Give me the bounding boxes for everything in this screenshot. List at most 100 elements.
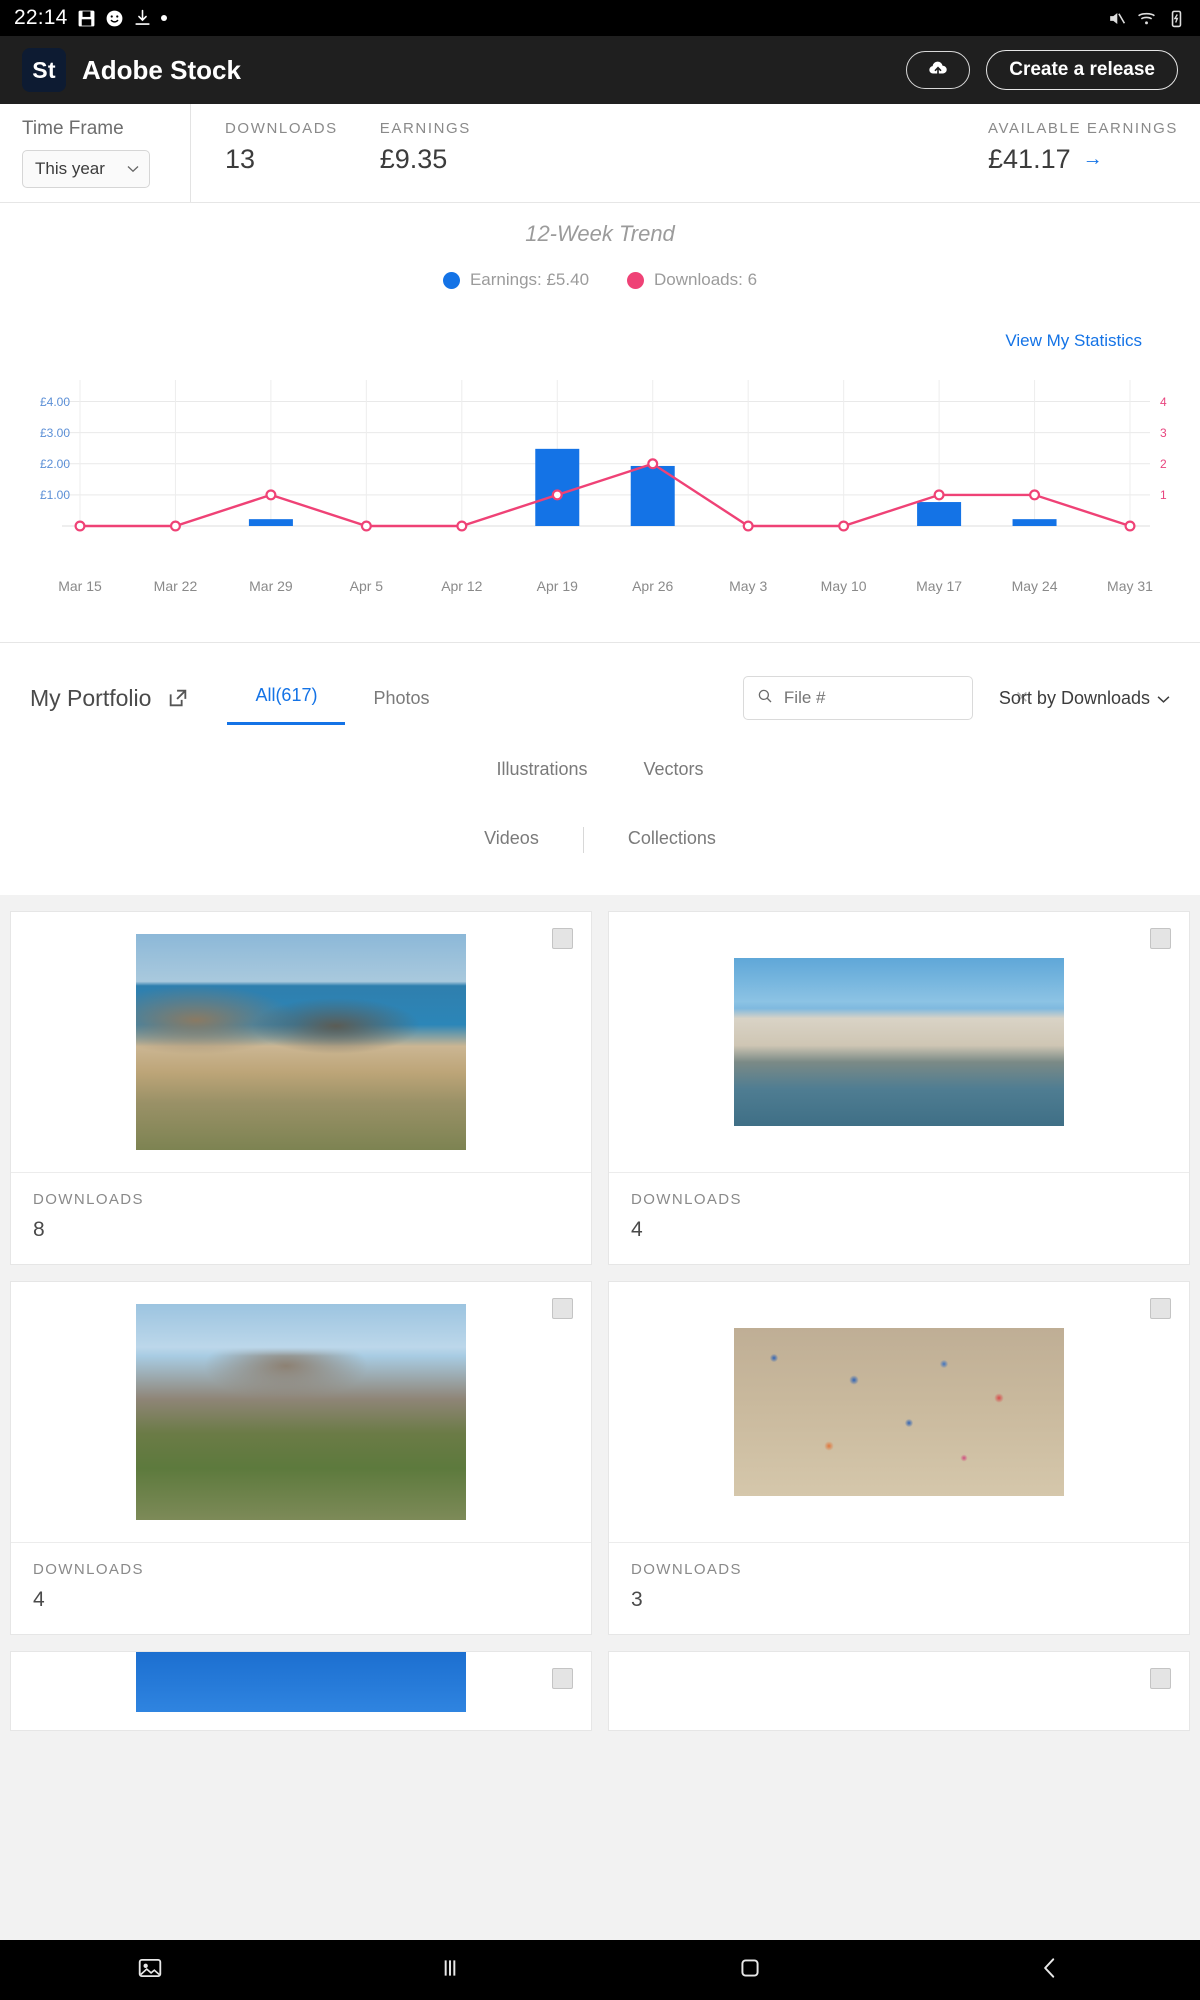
portfolio-tabs-row-1: All(617) Photos <box>227 671 457 725</box>
asset-card[interactable] <box>10 1651 592 1731</box>
available-earnings-value: £41.17 <box>988 144 1071 174</box>
downloads-label: DOWNLOADS <box>225 120 338 137</box>
status-bar-left: 22:14 <box>14 6 167 30</box>
tab-illustrations[interactable]: Illustrations <box>468 745 615 796</box>
android-nav-bar <box>0 1940 1200 2000</box>
asset-grid: DOWNLOADS 8 DOWNLOADS 4 DOWNLOADS 4 DOWN… <box>0 895 1200 1747</box>
asset-thumbnail <box>734 958 1064 1126</box>
tab-vectors[interactable]: Vectors <box>616 745 732 796</box>
menu-icon[interactable] <box>437 1955 463 1986</box>
asset-downloads-label: DOWNLOADS <box>33 1191 144 1208</box>
asset-downloads-label: DOWNLOADS <box>33 1561 144 1578</box>
asset-downloads-label: DOWNLOADS <box>631 1191 742 1208</box>
tab-all[interactable]: All(617) <box>227 671 346 725</box>
app-screen: 22:14 St Adobe Stock Create a release Ti… <box>0 0 1200 2000</box>
create-release-button[interactable]: Create a release <box>986 50 1178 90</box>
asset-checkbox[interactable] <box>1150 928 1171 949</box>
asset-downloads-value: 8 <box>33 1218 45 1241</box>
x-axis-tick-label: Mar 15 <box>58 578 102 594</box>
asset-thumb-wrap <box>11 1282 591 1542</box>
portfolio-tabs-row-3: Videos Collections <box>0 814 1200 865</box>
asset-thumb-wrap <box>609 912 1189 1172</box>
tab-photos[interactable]: Photos <box>345 674 457 725</box>
asset-downloads-value: 4 <box>33 1588 45 1611</box>
asset-thumbnail <box>136 1652 466 1712</box>
time-frame-column: Time Frame This year <box>0 104 190 202</box>
smiley-icon <box>105 9 124 28</box>
arrow-right-icon[interactable]: → <box>1083 148 1103 171</box>
x-axis-tick-label: May 31 <box>1107 578 1153 594</box>
time-frame-value: This year <box>35 159 105 178</box>
search-input[interactable] <box>783 688 1005 708</box>
tab-collections[interactable]: Collections <box>600 814 744 865</box>
x-axis-tick-label: May 24 <box>1011 578 1058 594</box>
legend-label-downloads: Downloads: 6 <box>654 270 758 289</box>
portfolio-tabs-row-2: Illustrations Vectors <box>0 745 1200 796</box>
asset-checkbox[interactable] <box>1150 1298 1171 1319</box>
x-axis-tick-label: Apr 12 <box>441 578 483 594</box>
legend-item-downloads: Downloads: 6 <box>627 270 757 290</box>
asset-card[interactable]: DOWNLOADS 3 <box>608 1281 1190 1635</box>
x-axis-tick-label: May 3 <box>729 578 768 594</box>
portfolio-title: My Portfolio <box>30 684 152 711</box>
asset-thumb-wrap <box>11 912 591 1172</box>
home-icon[interactable] <box>737 1955 763 1986</box>
asset-card[interactable]: DOWNLOADS 8 <box>10 911 592 1265</box>
android-status-bar: 22:14 <box>0 0 1200 36</box>
external-link-icon[interactable] <box>167 687 189 709</box>
file-search-box[interactable]: ✕ <box>742 676 1029 720</box>
asset-card[interactable]: DOWNLOADS 4 <box>608 911 1190 1265</box>
asset-meta: DOWNLOADS 4 <box>11 1542 591 1634</box>
asset-checkbox[interactable] <box>552 928 573 949</box>
legend-item-earnings: Earnings: £5.40 <box>442 270 589 290</box>
asset-checkbox[interactable] <box>552 1298 573 1319</box>
view-my-statistics-link[interactable]: View My Statistics <box>1005 331 1142 351</box>
asset-downloads-value: 4 <box>631 1218 643 1241</box>
asset-card[interactable] <box>608 1651 1190 1731</box>
adobe-stock-logo: St <box>22 48 66 92</box>
chart-x-axis: Mar 15 Mar 22 Mar 29 Apr 5 Apr 12 Apr 19 Apr 2… <box>0 578 1200 608</box>
save-icon <box>77 9 96 28</box>
tabs-separator <box>582 826 584 853</box>
chevron-down-icon <box>127 162 139 176</box>
asset-thumbnail <box>734 1328 1064 1496</box>
time-frame-select[interactable]: This year <box>22 150 150 188</box>
asset-thumb-wrap <box>11 1652 591 1730</box>
asset-meta: DOWNLOADS 8 <box>11 1172 591 1264</box>
time-frame-label: Time Frame <box>22 118 124 139</box>
stat-downloads: DOWNLOADS 13 <box>225 120 338 202</box>
dot-icon <box>160 15 167 21</box>
asset-checkbox[interactable] <box>552 1668 573 1689</box>
recents-icon[interactable] <box>137 1955 163 1986</box>
chart-svg <box>62 380 1150 532</box>
y-axis-tick-label: £2.00 <box>39 456 70 471</box>
portfolio-section: My Portfolio All(617) Photos ✕ Sort by D… <box>0 643 1200 895</box>
battery-charging-icon <box>1167 9 1186 28</box>
stat-available-earnings[interactable]: AVAILABLE EARNINGS £41.17 → <box>988 120 1178 175</box>
trend-chart-panel: 12-Week Trend Earnings: £5.40 Downloads:… <box>0 203 1200 643</box>
y-axis-tick-label: £1.00 <box>39 487 70 502</box>
wifi-icon <box>1137 9 1156 28</box>
asset-downloads-value: 3 <box>631 1588 643 1611</box>
back-icon[interactable] <box>1037 1955 1063 1986</box>
asset-meta: DOWNLOADS 3 <box>609 1542 1189 1634</box>
earnings-value: £9.35 <box>379 144 448 174</box>
portfolio-toolbar: My Portfolio All(617) Photos ✕ Sort by D… <box>0 669 1200 727</box>
sort-dropdown[interactable]: Sort by Downloads <box>999 688 1170 709</box>
x-axis-tick-label: May 10 <box>820 578 867 594</box>
asset-checkbox[interactable] <box>1150 1668 1171 1689</box>
x-axis-tick-label: Apr 19 <box>536 578 578 594</box>
tab-videos[interactable]: Videos <box>456 814 567 865</box>
legend-swatch-downloads <box>627 271 645 289</box>
y2-axis-tick-label: 3 <box>1160 425 1167 440</box>
asset-thumbnail <box>136 1304 466 1520</box>
asset-card[interactable]: DOWNLOADS 4 <box>10 1281 592 1635</box>
status-bar-clock: 22:14 <box>14 6 68 29</box>
status-bar-right <box>1107 9 1186 28</box>
upload-button[interactable] <box>906 51 971 89</box>
downloads-value: 13 <box>225 144 256 174</box>
y2-axis-tick-label: 1 <box>1160 487 1167 502</box>
x-axis-tick-label: Apr 26 <box>632 578 674 594</box>
y2-axis-tick-label: 4 <box>1160 394 1167 409</box>
chevron-down-icon <box>1157 688 1170 709</box>
